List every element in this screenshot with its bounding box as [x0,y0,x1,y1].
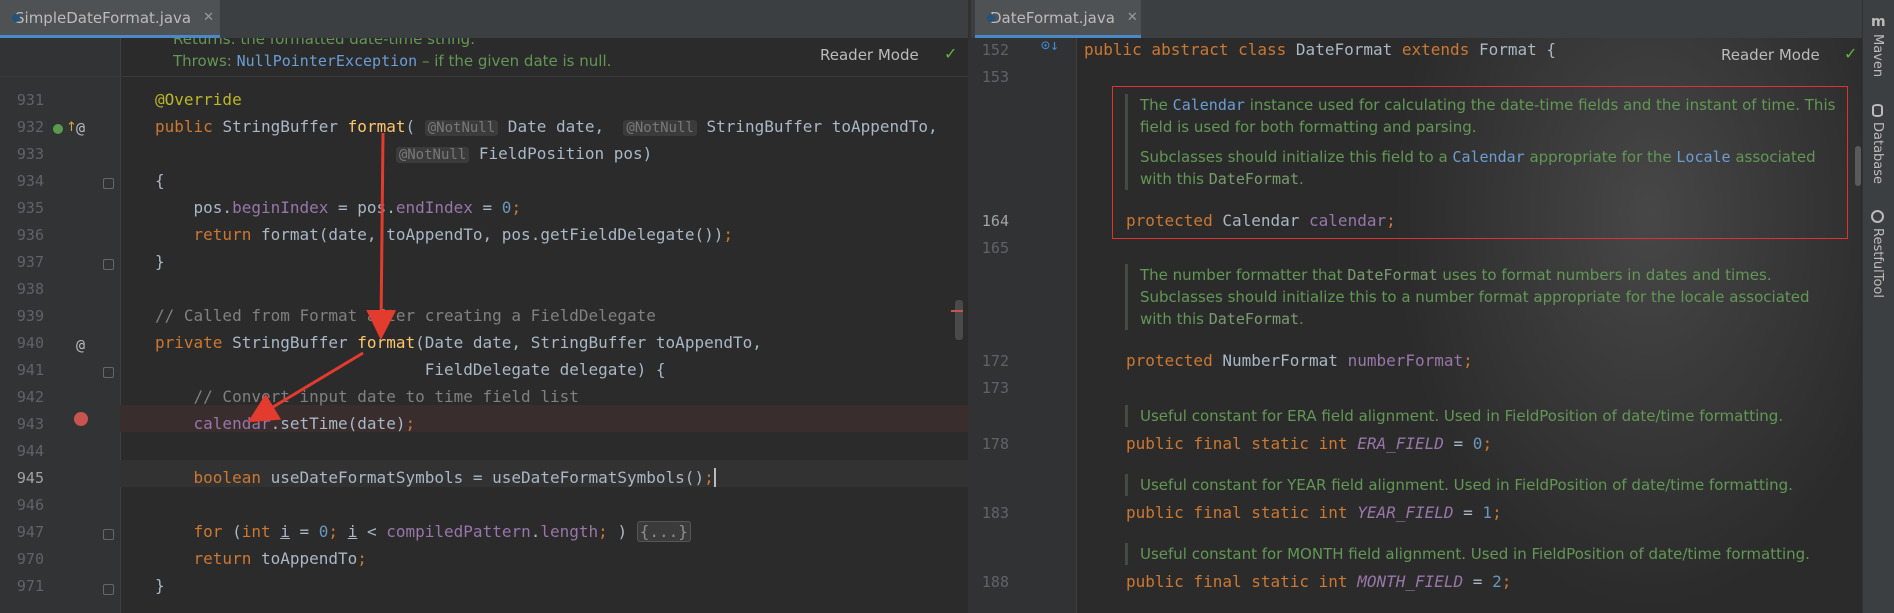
code-line[interactable]: protected Calendar calendar; [1126,207,1396,234]
maven-icon[interactable]: m [1871,14,1886,30]
code-line[interactable]: public abstract class DateFormat extends… [1084,38,1556,63]
tab-title: DateFormat.java [990,8,1115,27]
javadoc-year: Useful constant for YEAR field alignment… [1125,474,1845,496]
close-icon[interactable]: ✕ [203,10,214,25]
right-tab-bar: DateFormat.java ✕ [971,0,1864,39]
left-editor[interactable]: Returns: the formatted date-time string.… [0,38,968,613]
restful-icon[interactable] [1871,210,1884,223]
line-number: 152 [981,41,1009,59]
javadoc-calendar: The Calendar instance used for calculati… [1125,94,1845,190]
line-number: 188 [981,573,1009,591]
code-line[interactable]: protected NumberFormat numberFormat; [1126,347,1473,374]
implementation-icon[interactable]: ⊙↓ [1041,38,1059,54]
line-number: 172 [981,352,1009,370]
sidebar-item-maven[interactable]: Maven [1870,34,1885,77]
right-editor[interactable]: 152 153 164 165 172 173 178 183 188 ⊙↓ public ab… [971,38,1864,613]
line-number: 165 [981,239,1009,257]
error-stripe-mark[interactable] [951,310,963,312]
line-number: 173 [981,379,1009,397]
database-icon[interactable] [1872,104,1883,117]
annotation-arrows [247,132,397,423]
line-number: 178 [981,435,1009,453]
code-line[interactable]: public final static int ERA_FIELD = 0; [1126,430,1492,457]
close-icon[interactable]: ✕ [1127,10,1138,25]
code-line[interactable]: public final static int MONTH_FIELD = 2; [1126,568,1511,595]
line-number: 164 [981,212,1009,230]
reader-mode-toggle[interactable]: Reader Mode [1721,46,1820,64]
javadoc-era: Useful constant for ERA field alignment.… [1125,405,1845,427]
javadoc-numberformat: The number formatter that DateFormat use… [1125,264,1845,330]
tab-title: SimpleDateFormat.java [15,8,192,27]
left-tab-bar: SimpleDateFormat.java ✕ [0,0,970,39]
line-number: 153 [981,68,1009,86]
scrollbar-thumb[interactable] [955,300,963,340]
sidebar-item-restfultool[interactable]: RestfulTool [1870,228,1885,298]
arrow-format-to-calendar [247,351,364,423]
arrow-format-to-format [366,132,397,340]
code-line[interactable]: public final static int YEAR_FIELD = 1; [1126,499,1502,526]
tab-simpledateformat[interactable]: SimpleDateFormat.java ✕ [0,0,220,38]
tab-dateformat[interactable]: DateFormat.java ✕ [975,0,1141,38]
javadoc-month: Useful constant for MONTH field alignmen… [1125,543,1845,565]
right-gutter [971,38,1076,613]
scrollbar-thumb[interactable] [1855,146,1861,186]
sidebar-item-database[interactable]: Database [1870,122,1885,184]
line-number: 183 [981,504,1009,522]
right-tool-strip: m Maven Database RestfulTool [1862,0,1894,613]
inspection-ok-icon: ✓ [1844,44,1858,63]
